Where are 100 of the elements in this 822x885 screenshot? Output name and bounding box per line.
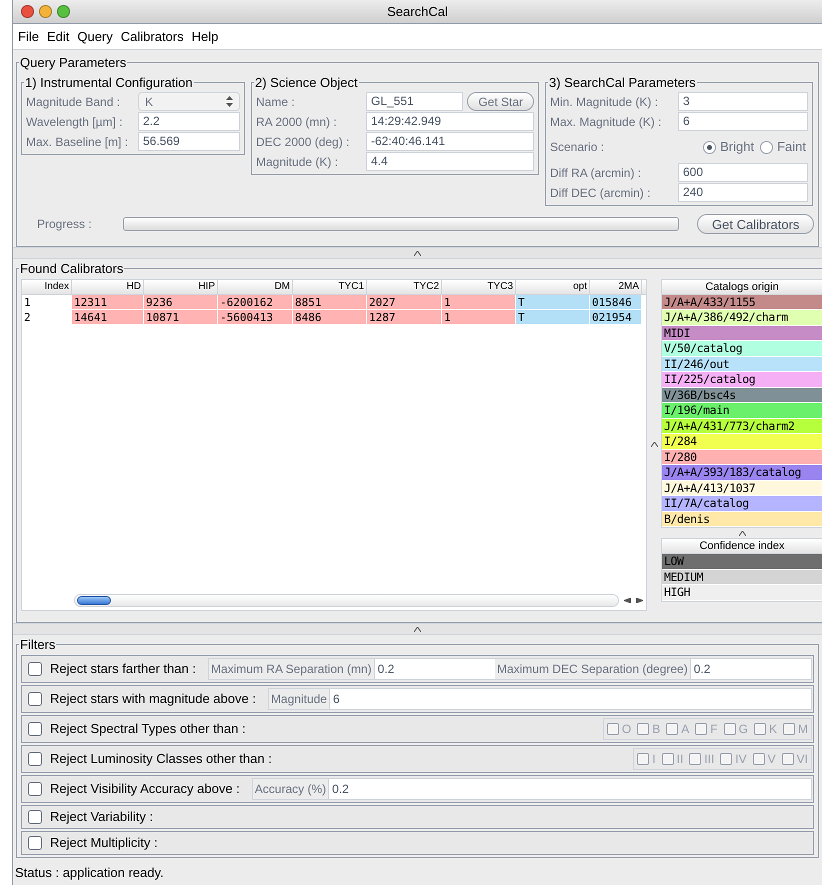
checkbox[interactable] <box>28 810 42 824</box>
input-field[interactable]: 4.4 <box>366 152 534 171</box>
window-title: SearchCal <box>387 4 448 19</box>
menu-item[interactable]: Edit <box>44 26 72 46</box>
section-title: Filters <box>19 636 56 654</box>
scroll-left-arrow-icon[interactable] <box>624 598 631 603</box>
get-star-button[interactable]: Get Star <box>467 92 534 111</box>
menu-item[interactable]: File <box>15 26 42 46</box>
scroll-right-arrow-icon[interactable] <box>636 598 643 603</box>
traffic-minimize-button[interactable] <box>39 5 52 18</box>
column-header[interactable]: TYC2 <box>367 280 442 294</box>
filter-label: Reject stars farther than : <box>50 660 196 678</box>
legend-item: HIGH <box>662 585 822 600</box>
filter-label: Reject stars with magnitude above : <box>50 690 256 708</box>
column-header[interactable]: HD <box>72 280 144 294</box>
legend-item: J/A+A/386/492/charm <box>662 310 822 326</box>
traffic-close-button[interactable] <box>21 5 34 18</box>
legend-item: I/284 <box>662 434 822 450</box>
field-label: Magnitude Band : <box>26 94 122 110</box>
section-title: Query Parameters <box>19 54 128 72</box>
column-header[interactable]: 2MA <box>590 280 642 294</box>
radio-option[interactable]: Faint <box>760 137 806 157</box>
column-header[interactable]: opt <box>516 280 590 294</box>
menu-item[interactable]: Help <box>188 26 222 46</box>
field-label: Wavelength [µm] : <box>26 114 124 130</box>
legend-item: J/A+A/413/1037 <box>662 480 822 496</box>
table-cell: -6200162 <box>218 294 293 310</box>
legend-item: I/196/main <box>662 403 822 418</box>
legend-header: Confidence index <box>662 539 822 554</box>
table-cell: 10871 <box>144 310 218 324</box>
field-label: Diff DEC (arcmin) : <box>550 184 652 202</box>
field-label: Max. Baseline [m] : <box>26 134 130 150</box>
field-label: Min. Magnitude (K) : <box>550 94 660 110</box>
input-field[interactable]: 600 <box>678 163 808 182</box>
legend-item: V/50/catalog <box>662 341 822 356</box>
legend-item: II/225/catalog <box>662 372 822 388</box>
legend-item: J/A+A/433/1155 <box>662 294 822 310</box>
field-label: Name : <box>256 94 296 110</box>
table-cell: 12311 <box>72 294 144 310</box>
legend-item: J/A+A/431/773/charm2 <box>662 418 822 434</box>
menu-item[interactable]: Calibrators <box>118 26 187 46</box>
checkbox[interactable] <box>28 752 42 766</box>
traffic-zoom-button[interactable] <box>57 5 70 18</box>
legend-header: Catalogs origin <box>662 280 822 294</box>
column-header[interactable]: Index <box>22 280 72 294</box>
get-calibrators-button[interactable]: Get Calibrators <box>697 214 814 234</box>
checkbox[interactable] <box>28 692 42 706</box>
table-cell: 015846 <box>590 294 642 310</box>
input-field[interactable]: 14:29:42.949 <box>366 112 534 131</box>
radio-button[interactable] <box>760 140 774 154</box>
field-label: Max. Magnitude (K) : <box>550 114 662 130</box>
radio-button[interactable] <box>703 140 716 154</box>
field-label: RA 2000 (mn) : <box>256 114 338 130</box>
legend-item: I/280 <box>662 450 822 465</box>
magnitude-band-select[interactable]: K <box>138 92 240 111</box>
input-field[interactable]: 3 <box>678 92 808 111</box>
table-cell: 8486 <box>293 310 367 324</box>
filter-label: Reject Luminosity Classes other than : <box>50 750 272 768</box>
input-field[interactable]: 56.569 <box>138 132 240 151</box>
checkbox[interactable] <box>28 722 42 736</box>
stepper-icon <box>226 96 233 107</box>
table-cell: T <box>516 310 590 324</box>
filter-label: Reject Spectral Types other than : <box>50 720 246 738</box>
legend-item: MIDI <box>662 326 822 341</box>
table-cell: T <box>516 294 590 310</box>
input-field[interactable]: GL_551 <box>366 92 464 111</box>
radio-option[interactable]: Bright <box>703 137 754 157</box>
column-header[interactable]: TYC3 <box>442 280 516 294</box>
table-cell: 1287 <box>367 310 442 324</box>
table-cell: 1 <box>442 310 516 324</box>
table-cell: 8851 <box>293 294 367 310</box>
column-header[interactable]: DM <box>218 280 293 294</box>
input-field[interactable]: 2.2 <box>138 112 240 131</box>
legend-item: B/denis <box>662 512 822 527</box>
checkbox[interactable] <box>28 782 42 796</box>
section-title: 3) SearchCal Parameters <box>548 74 697 92</box>
progress-label: Progress : <box>37 216 93 233</box>
table-cell: 9236 <box>144 294 218 310</box>
input-field[interactable]: -62:40:46.141 <box>366 132 534 151</box>
table-cell: -5600413 <box>218 310 293 324</box>
section-title: 1) Instrumental Configuration <box>24 74 194 92</box>
input-field[interactable]: 240 <box>678 183 808 202</box>
input-field[interactable]: 6 <box>678 112 808 131</box>
filter-label: Reject Variability : <box>50 808 154 826</box>
table-cell: 1 <box>442 294 516 310</box>
field-label: DEC 2000 (deg) : <box>256 134 350 150</box>
field-label: Scenario : <box>550 139 606 156</box>
legend-item: LOW <box>662 554 822 570</box>
menu-item[interactable]: Query <box>74 26 116 46</box>
table-cell: 021954 <box>590 310 642 324</box>
column-header[interactable]: TYC1 <box>293 280 367 294</box>
checkbox[interactable] <box>28 662 42 676</box>
table-cell: 2027 <box>367 294 442 310</box>
table-cell: 14641 <box>72 310 144 324</box>
checkbox[interactable] <box>28 836 42 850</box>
legend-item: MEDIUM <box>662 570 822 585</box>
field-label: Diff RA (arcmin) : <box>550 164 642 182</box>
column-header[interactable]: HIP <box>144 280 218 294</box>
horizontal-scrollbar[interactable] <box>74 594 619 607</box>
filter-label: Reject Multiplicity : <box>50 834 158 852</box>
